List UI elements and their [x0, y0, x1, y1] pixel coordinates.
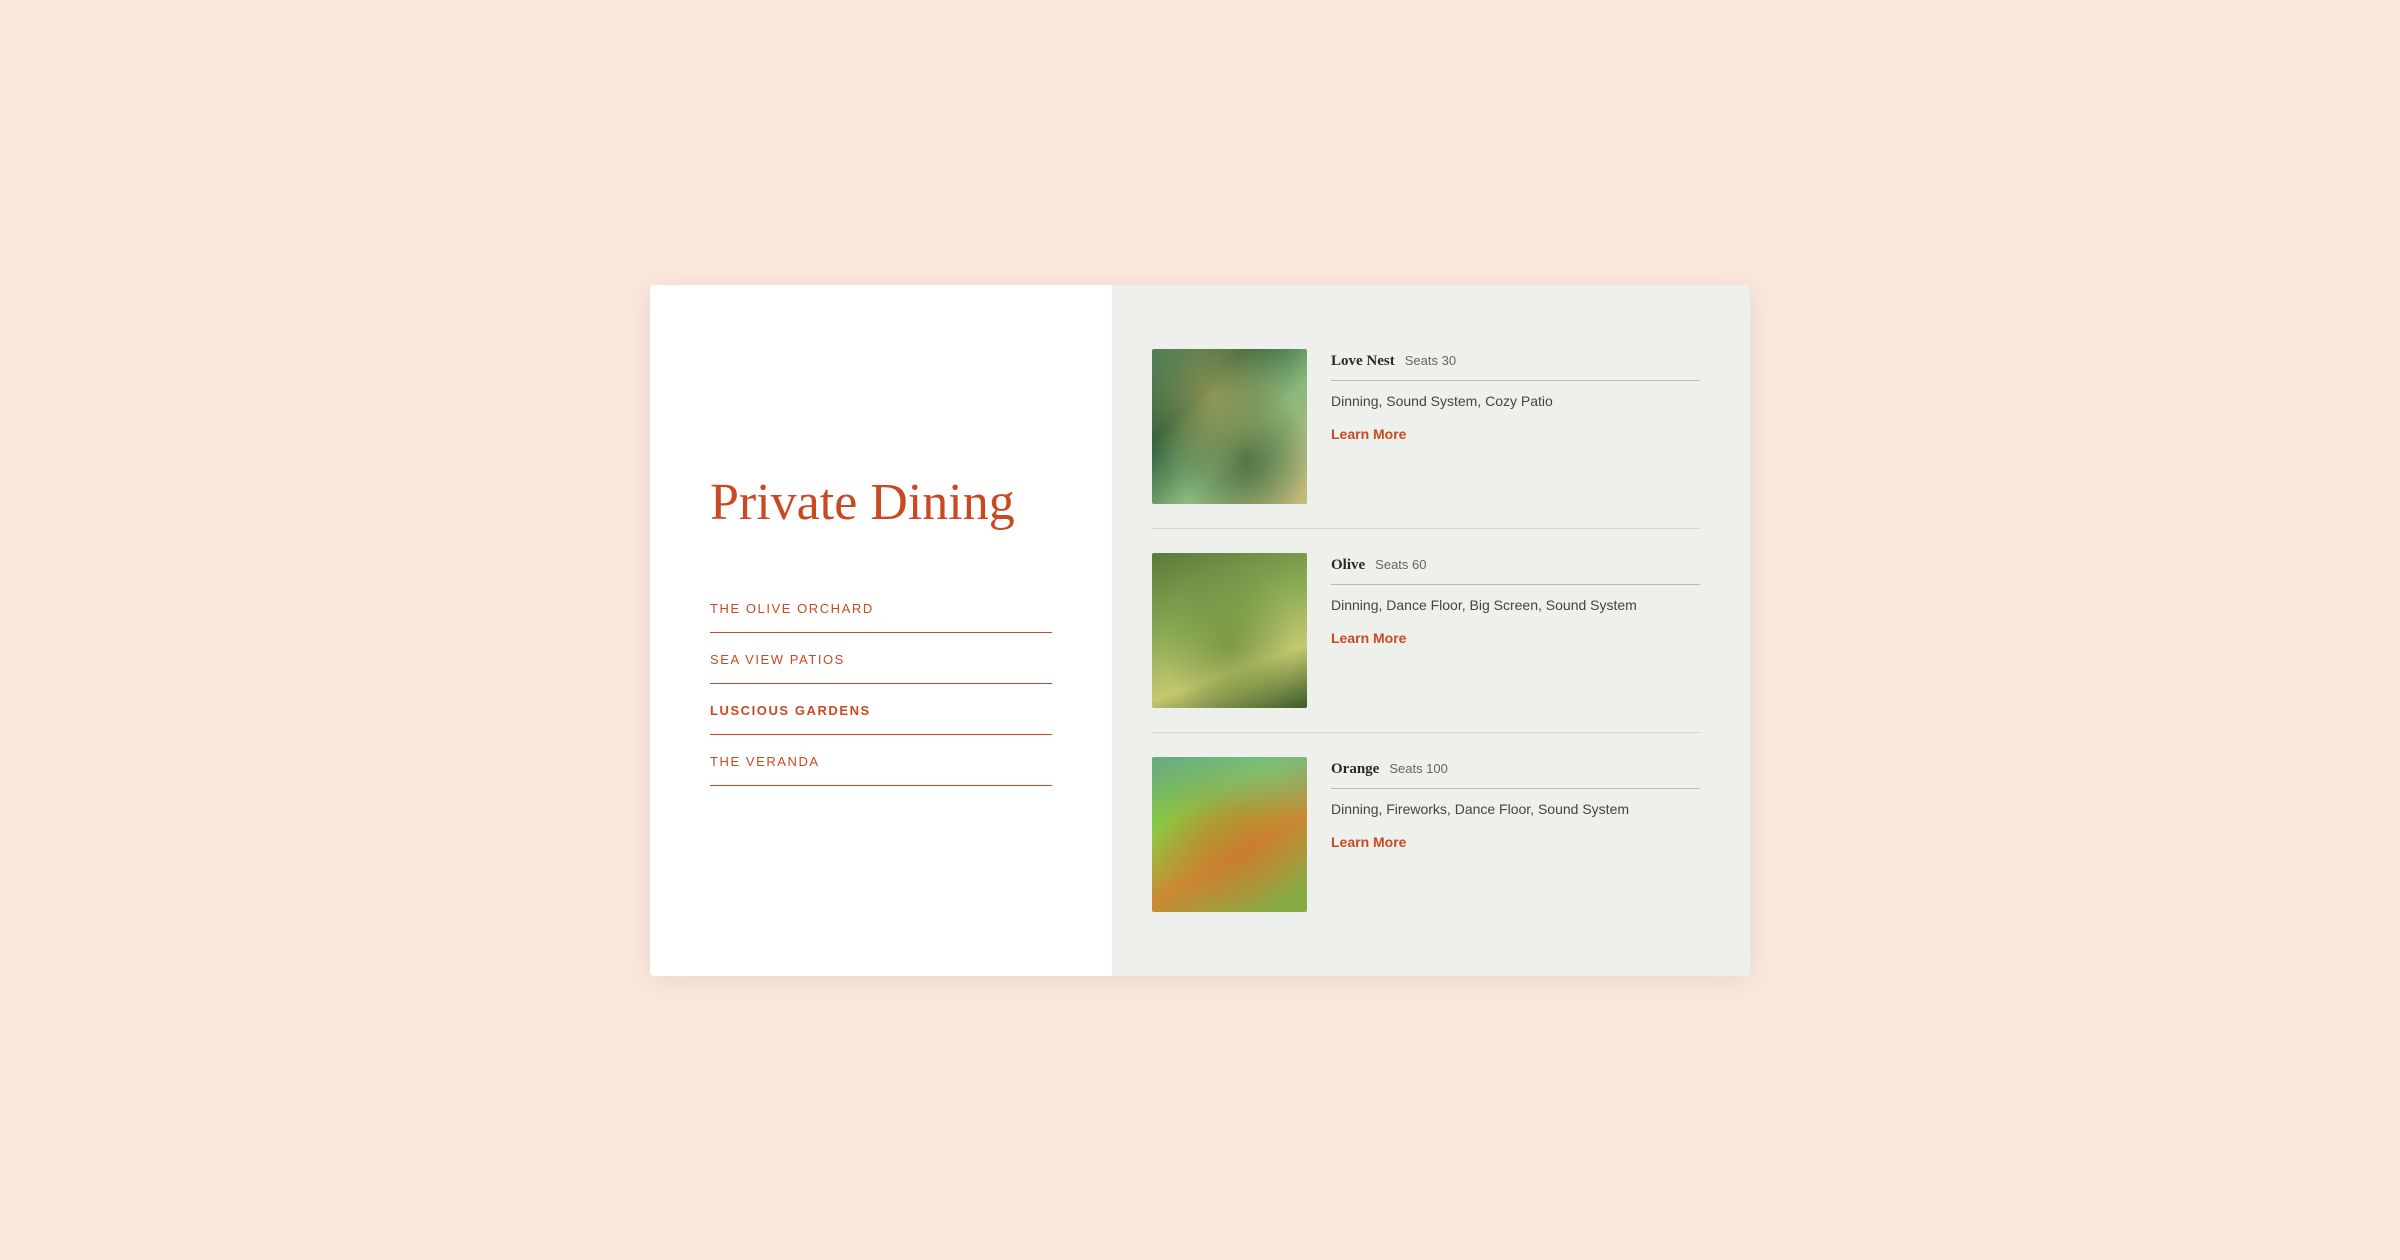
venue-seats-orange: Seats 100	[1389, 761, 1448, 776]
venue-name-orange: Orange	[1331, 761, 1379, 778]
venue-image-love-nest	[1152, 349, 1307, 504]
venue-info-love-nest: Love Nest Seats 30 Dinning, Sound System, …	[1331, 349, 1700, 504]
venue-info-olive: Olive Seats 60 Dinning, Dance Floor, Big S…	[1331, 553, 1700, 708]
venue-name-olive: Olive	[1331, 557, 1365, 574]
venue-seats-olive: Seats 60	[1375, 557, 1426, 572]
learn-more-love-nest[interactable]: Learn More	[1331, 426, 1700, 442]
venue-image-orange	[1152, 757, 1307, 912]
venue-header-orange: Orange Seats 100	[1331, 761, 1700, 789]
venue-features-orange: Dinning, Fireworks, Dance Floor, Sound S…	[1331, 799, 1700, 820]
learn-more-olive[interactable]: Learn More	[1331, 630, 1700, 646]
nav-item-luscious-gardens[interactable]: LUSCIOUS GARDENS	[710, 684, 1052, 735]
venue-header-love-nest: Love Nest Seats 30	[1331, 353, 1700, 381]
venue-row-love-nest: Love Nest Seats 30 Dinning, Sound System, …	[1152, 325, 1700, 529]
nav-label-sea-view: SEA VIEW PATIOS	[710, 652, 845, 667]
venue-row-orange: Orange Seats 100 Dinning, Fireworks, Dance…	[1152, 733, 1700, 936]
venue-features-olive: Dinning, Dance Floor, Big Screen, Sound …	[1331, 595, 1700, 616]
venue-header-olive: Olive Seats 60	[1331, 557, 1700, 585]
venue-features-love-nest: Dinning, Sound System, Cozy Patio	[1331, 391, 1700, 412]
nav-item-the-veranda[interactable]: THE VERANDA	[710, 735, 1052, 786]
nav-label-olive-orchard: THE OLIVE ORCHARD	[710, 601, 874, 616]
venue-image-olive	[1152, 553, 1307, 708]
venue-seats-love-nest: Seats 30	[1405, 353, 1456, 368]
venue-info-orange: Orange Seats 100 Dinning, Fireworks, Dance…	[1331, 757, 1700, 912]
nav-label-luscious-gardens: LUSCIOUS GARDENS	[710, 703, 871, 718]
nav-item-sea-view[interactable]: SEA VIEW PATIOS	[710, 633, 1052, 684]
nav-list: THE OLIVE ORCHARD SEA VIEW PATIOS LUSCIOUS…	[710, 582, 1052, 786]
nav-item-olive-orchard[interactable]: THE OLIVE ORCHARD	[710, 582, 1052, 633]
venue-name-love-nest: Love Nest	[1331, 353, 1395, 370]
right-panel: Love Nest Seats 30 Dinning, Sound System, …	[1112, 285, 1750, 976]
learn-more-orange[interactable]: Learn More	[1331, 834, 1700, 850]
page-title: Private Dining	[710, 474, 1052, 531]
left-panel: Private Dining THE OLIVE ORCHARD SEA VIEW…	[650, 285, 1112, 976]
main-card: Private Dining THE OLIVE ORCHARD SEA VIEW…	[650, 285, 1750, 976]
venue-row-olive: Olive Seats 60 Dinning, Dance Floor, Big S…	[1152, 529, 1700, 733]
nav-label-the-veranda: THE VERANDA	[710, 754, 820, 769]
